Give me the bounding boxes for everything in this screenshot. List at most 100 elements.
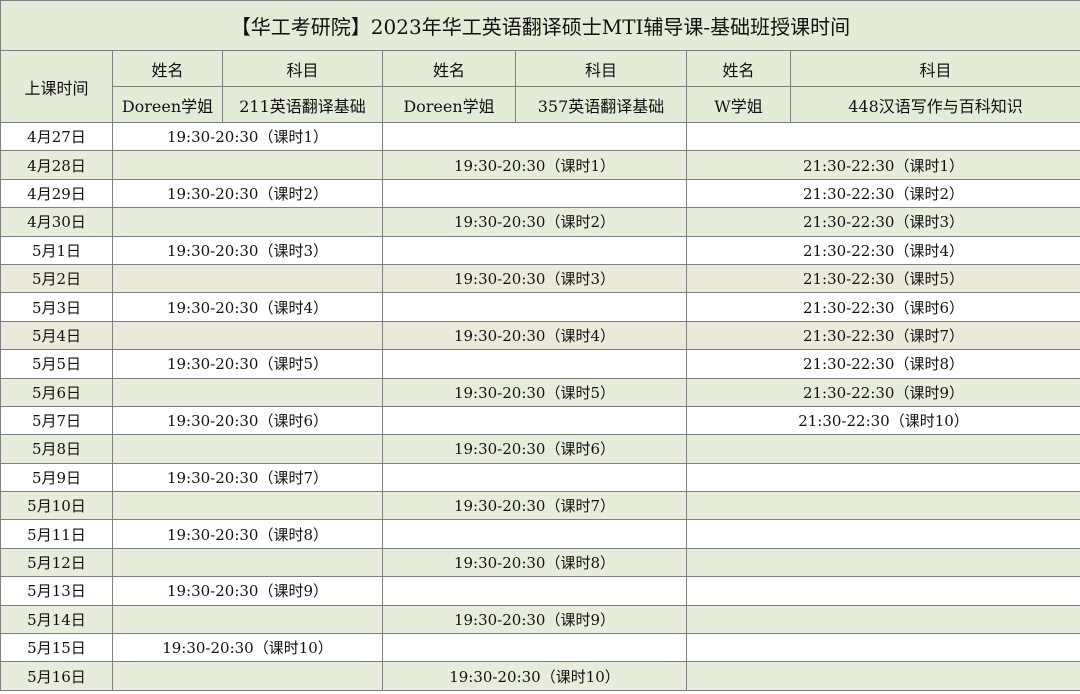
session-cell-3 bbox=[686, 491, 1080, 521]
session-cell-1 bbox=[112, 547, 383, 578]
table-row: 5月16日 19:30-20:30（课时10） bbox=[0, 661, 1080, 691]
date-cell: 4月29日 bbox=[0, 178, 113, 209]
session-cell-2: 19:30-20:30（课时5） bbox=[382, 377, 687, 407]
subject-header-3: 科目 bbox=[790, 50, 1080, 87]
session-cell-1: 19:30-20:30（课时2） bbox=[112, 178, 383, 209]
session-cell-2 bbox=[382, 178, 687, 209]
table-row: 5月6日 19:30-20:30（课时5） 21:30-22:30（课时9） bbox=[0, 377, 1080, 407]
table-row: 5月12日 19:30-20:30（课时8） bbox=[0, 547, 1080, 578]
session-cell-2: 19:30-20:30（课时1） bbox=[382, 150, 687, 180]
date-cell: 5月15日 bbox=[0, 633, 113, 663]
date-cell: 5月16日 bbox=[0, 661, 113, 691]
session-cell-3 bbox=[686, 547, 1080, 578]
session-cell-1: 19:30-20:30（课时3） bbox=[112, 235, 383, 265]
session-cell-2 bbox=[382, 576, 687, 606]
session-cell-3: 21:30-22:30（课时8） bbox=[686, 349, 1080, 379]
session-cell-1: 19:30-20:30（课时9） bbox=[112, 576, 383, 606]
schedule-table: 【华工考研院】2023年华工英语翻译硕士MTI辅导课-基础班授课时间 上课时间 … bbox=[0, 0, 1080, 691]
date-cell: 5月3日 bbox=[0, 292, 113, 322]
date-cell: 4月30日 bbox=[0, 207, 113, 237]
table-row: 5月3日 19:30-20:30（课时4） 21:30-22:30（课时6） bbox=[0, 292, 1080, 322]
session-cell-3 bbox=[686, 661, 1080, 691]
session-cell-1: 19:30-20:30（课时4） bbox=[112, 292, 383, 322]
table-row: 5月15日 19:30-20:30（课时10） bbox=[0, 633, 1080, 663]
date-cell: 5月6日 bbox=[0, 377, 113, 407]
teacher-name-1: Doreen学姐 bbox=[112, 86, 223, 123]
session-cell-2: 19:30-20:30（课时8） bbox=[382, 547, 687, 578]
date-cell: 5月8日 bbox=[0, 434, 113, 464]
header-row-teachers: Doreen学姐 211英语翻译基础 Doreen学姐 357英语翻译基础 W学… bbox=[1, 86, 1080, 123]
session-cell-2: 19:30-20:30（课时7） bbox=[382, 491, 687, 521]
session-cell-2 bbox=[382, 292, 687, 322]
session-cell-1: 19:30-20:30（课时10） bbox=[112, 633, 383, 663]
date-cell: 5月10日 bbox=[0, 491, 113, 521]
session-cell-3: 21:30-22:30（课时1） bbox=[686, 150, 1080, 180]
session-cell-3: 21:30-22:30（课时7） bbox=[686, 320, 1080, 351]
teacher-subject-1: 211英语翻译基础 bbox=[222, 86, 383, 123]
date-cell: 5月4日 bbox=[0, 320, 113, 351]
teacher-name-3: W学姐 bbox=[686, 86, 791, 123]
session-cell-2: 19:30-20:30（课时9） bbox=[382, 604, 687, 635]
date-cell: 5月12日 bbox=[0, 547, 113, 578]
session-cell-2 bbox=[382, 121, 687, 152]
session-cell-3: 21:30-22:30（课时9） bbox=[686, 377, 1080, 407]
session-cell-1: 19:30-20:30（课时6） bbox=[112, 405, 383, 436]
session-cell-3: 21:30-22:30（课时4） bbox=[686, 235, 1080, 265]
date-cell: 5月13日 bbox=[0, 576, 113, 606]
table-row: 4月29日 19:30-20:30（课时2） 21:30-22:30（课时2） bbox=[0, 178, 1080, 209]
session-cell-2 bbox=[382, 349, 687, 379]
subject-header-1: 科目 bbox=[222, 50, 383, 87]
table-row: 5月9日 19:30-20:30（课时7） bbox=[0, 462, 1080, 493]
table-row: 4月27日 19:30-20:30（课时1） bbox=[0, 121, 1080, 152]
session-cell-1 bbox=[112, 491, 383, 521]
session-cell-1: 19:30-20:30（课时8） bbox=[112, 519, 383, 549]
session-cell-1: 19:30-20:30（课时1） bbox=[112, 121, 383, 152]
session-cell-3 bbox=[686, 576, 1080, 606]
session-cell-3 bbox=[686, 519, 1080, 549]
header-row-labels: 上课时间 姓名 科目 姓名 科目 姓名 科目 bbox=[0, 50, 1080, 123]
date-cell: 5月14日 bbox=[0, 604, 113, 635]
table-row: 5月11日 19:30-20:30（课时8） bbox=[0, 519, 1080, 549]
session-cell-2 bbox=[382, 462, 687, 493]
name-header-3: 姓名 bbox=[686, 50, 791, 87]
schedule-sheet: 【华工考研院】2023年华工英语翻译硕士MTI辅导课-基础班授课时间 上课时间 … bbox=[0, 0, 1080, 694]
date-cell: 5月2日 bbox=[0, 263, 113, 294]
session-cell-1: 19:30-20:30（课时7） bbox=[112, 462, 383, 493]
session-cell-2: 19:30-20:30（课时6） bbox=[382, 434, 687, 464]
session-cell-2 bbox=[382, 633, 687, 663]
session-cell-1 bbox=[112, 604, 383, 635]
table-row: 5月10日 19:30-20:30（课时7） bbox=[0, 491, 1080, 521]
teacher-name-2: Doreen学姐 bbox=[382, 86, 516, 123]
session-cell-1 bbox=[112, 377, 383, 407]
date-cell: 5月7日 bbox=[0, 405, 113, 436]
session-cell-1 bbox=[112, 661, 383, 691]
session-cell-3 bbox=[686, 604, 1080, 635]
subject-header-2: 科目 bbox=[515, 50, 687, 87]
table-row: 5月4日 19:30-20:30（课时4） 21:30-22:30（课时7） bbox=[0, 320, 1080, 351]
session-cell-1 bbox=[112, 320, 383, 351]
session-cell-2: 19:30-20:30（课时10） bbox=[382, 661, 687, 691]
date-cell: 4月27日 bbox=[0, 121, 113, 152]
session-cell-2: 19:30-20:30（课时2） bbox=[382, 207, 687, 237]
teacher-subject-2: 357英语翻译基础 bbox=[515, 86, 687, 123]
session-cell-3: 21:30-22:30（课时5） bbox=[686, 263, 1080, 294]
table-row: 5月1日 19:30-20:30（课时3） 21:30-22:30（课时4） bbox=[0, 235, 1080, 265]
session-cell-2 bbox=[382, 405, 687, 436]
name-header-2: 姓名 bbox=[382, 50, 516, 87]
session-cell-3 bbox=[686, 462, 1080, 493]
table-row: 5月2日 19:30-20:30（课时3） 21:30-22:30（课时5） bbox=[0, 263, 1080, 294]
table-row: 5月7日 19:30-20:30（课时6） 21:30-22:30（课时10） bbox=[0, 405, 1080, 436]
table-row: 4月28日 19:30-20:30（课时1） 21:30-22:30（课时1） bbox=[0, 150, 1080, 180]
session-cell-3: 21:30-22:30（课时10） bbox=[686, 405, 1080, 436]
session-cell-1 bbox=[112, 434, 383, 464]
session-cell-2: 19:30-20:30（课时3） bbox=[382, 263, 687, 294]
table-row: 5月14日 19:30-20:30（课时9） bbox=[0, 604, 1080, 635]
table-row: 5月13日 19:30-20:30（课时9） bbox=[0, 576, 1080, 606]
session-cell-2 bbox=[382, 235, 687, 265]
table-row: 5月5日 19:30-20:30（课时5） 21:30-22:30（课时8） bbox=[0, 349, 1080, 379]
session-cell-2 bbox=[382, 519, 687, 549]
table-row: 5月8日 19:30-20:30（课时6） bbox=[0, 434, 1080, 464]
teacher-subject-3: 448汉语写作与百科知识 bbox=[790, 86, 1080, 123]
name-header-1: 姓名 bbox=[112, 50, 223, 87]
session-cell-1 bbox=[112, 263, 383, 294]
